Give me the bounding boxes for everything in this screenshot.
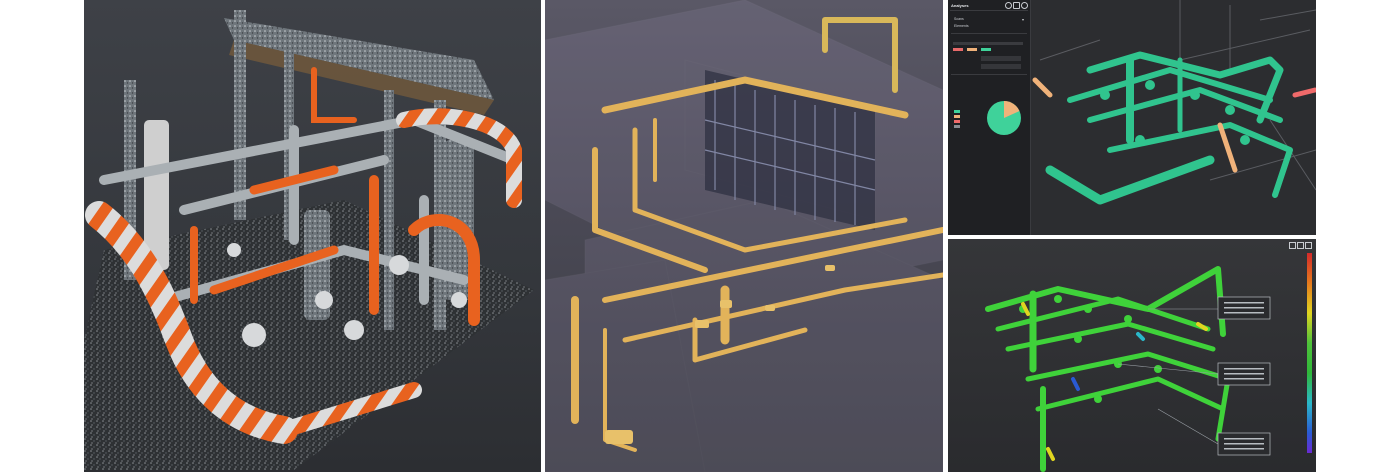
home-icon[interactable] [1005, 2, 1012, 9]
scans-row-label: Scans [954, 17, 964, 21]
share-icon[interactable] [1013, 2, 1020, 9]
legend-swatch [954, 120, 960, 123]
teal-pipes [1045, 51, 1293, 205]
legend-swatch [954, 110, 960, 113]
analysis-app-window[interactable]: Analyses Scans Elements ▾ [948, 0, 1316, 235]
model-scene [545, 0, 943, 472]
analysis-3d-viewport[interactable] [1030, 0, 1316, 235]
panel-title: Analyses [951, 3, 969, 8]
heatmap-scene [985, 266, 1271, 472]
help-icon[interactable] [1021, 2, 1028, 9]
legend-swatch [954, 125, 960, 128]
toolbar-icon[interactable] [1305, 242, 1312, 249]
dropdown-icon[interactable]: ▾ [1022, 17, 1024, 22]
legend-swatch [954, 115, 960, 118]
pie-chart [987, 101, 1021, 135]
green-valves [1019, 295, 1162, 403]
point-cloud-scene [84, 10, 534, 470]
elements-row-label: Elements [954, 24, 969, 28]
settings-block [951, 33, 1027, 75]
toolbar-icon[interactable] [1297, 242, 1304, 249]
toolbar-icon[interactable] [1289, 242, 1296, 249]
deviation-color-scale [1307, 253, 1312, 453]
model-overlay-view[interactable] [545, 0, 943, 472]
point-cloud-view[interactable] [84, 0, 541, 472]
green-pipes [985, 266, 1231, 472]
analysis-side-panel: Analyses Scans Elements ▾ [948, 0, 1031, 235]
deviation-heatmap-view[interactable] [948, 239, 1316, 472]
annotation-boxes [1217, 296, 1271, 456]
